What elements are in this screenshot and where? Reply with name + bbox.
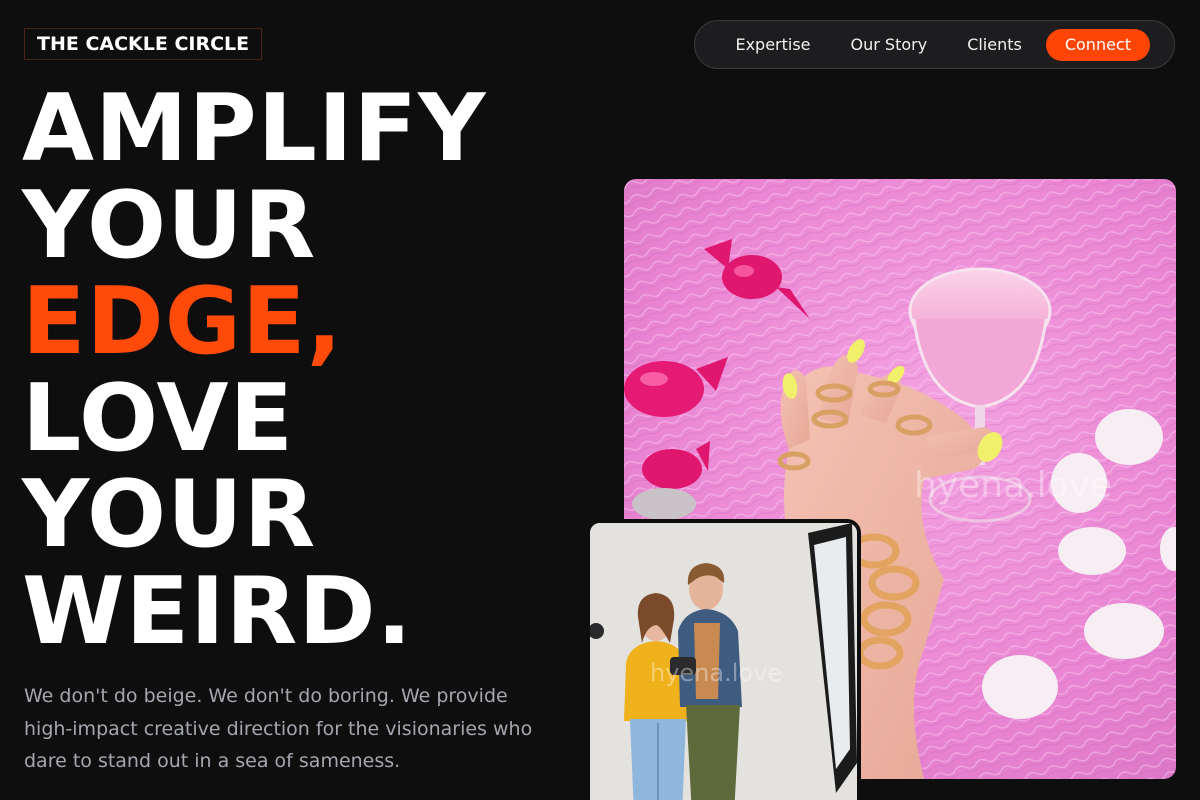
headline-line-4: LOVE (22, 363, 295, 472)
landing-page: THE CACKLE CIRCLE Expertise Our Story Cl… (0, 0, 1200, 800)
headline-line-1: AMPLIFY (22, 74, 487, 182)
connect-button[interactable]: Connect (1045, 28, 1150, 61)
main-nav: Expertise Our Story Clients Connect (694, 20, 1175, 69)
brand-name: THE CACKLE CIRCLE (37, 33, 250, 55)
main-photo-watermark: hyena.love (914, 465, 1112, 506)
headline-line-2: YOUR (22, 170, 317, 279)
nav-link-our-story[interactable]: Our Story (851, 35, 928, 54)
brand-logo[interactable]: THE CACKLE CIRCLE (24, 28, 263, 60)
nav-link-clients[interactable]: Clients (967, 35, 1022, 54)
headline-line-6: WEIRD. (22, 556, 413, 665)
secondary-photo-watermark: hyena.love (650, 659, 782, 687)
nav-link-expertise[interactable]: Expertise (735, 35, 810, 54)
hero-subtext: We don't do beige. We don't do boring. W… (24, 685, 533, 772)
hero-headline: AMPLIFY YOUR EDGE, LOVE YOUR WEIRD. (22, 80, 486, 659)
headline-line-3-accent: EDGE, (22, 267, 343, 375)
headline-line-5: YOUR (22, 460, 317, 568)
studio-people-illustration: hyena.love (590, 523, 857, 800)
hero-secondary-photo: hyena.love (586, 519, 861, 800)
